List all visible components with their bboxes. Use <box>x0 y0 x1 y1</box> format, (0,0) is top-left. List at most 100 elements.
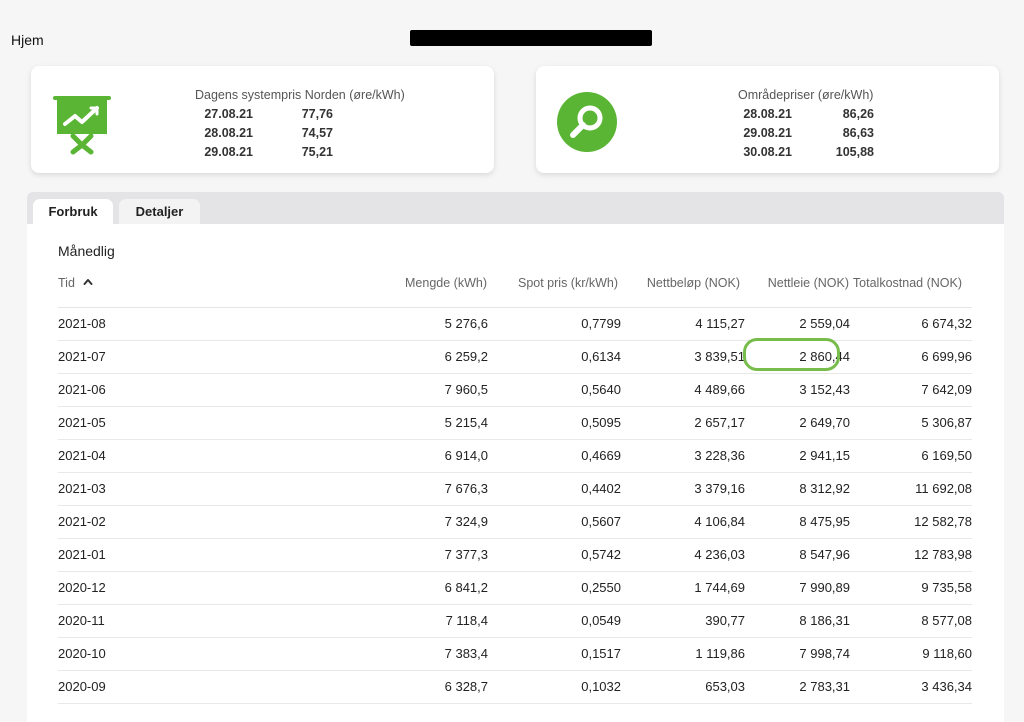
column-header-tid[interactable]: Tid <box>58 260 93 307</box>
cell-tid: 2021-03 <box>58 481 106 496</box>
area-price-card: Områdepriser (øre/kWh) 28.08.21 86,26 29.… <box>536 66 999 173</box>
column-header-nettleie[interactable]: Nettleie (NOK) <box>768 260 849 307</box>
cell-nettbelop: 3 379,16 <box>694 481 745 496</box>
cell-mengde: 7 377,3 <box>444 547 488 562</box>
cell-totalkostnad: 9 735,58 <box>921 580 972 595</box>
cell-mengde: 7 118,4 <box>445 613 488 628</box>
cell-totalkostnad: 8 577,08 <box>921 613 972 628</box>
cell-nettbelop: 4 236,03 <box>694 547 745 562</box>
table-row: 2021-04 6 914,0 0,4669 3 228,36 2 941,15 6 16… <box>58 440 972 473</box>
cell-spot-pris: 0,1032 <box>581 679 621 694</box>
cell-nettleie: 2 559,04 <box>799 316 850 331</box>
cell-tid: 2020-11 <box>58 613 105 628</box>
cell-nettbelop: 1 119,86 <box>695 646 745 661</box>
cell-nettbelop: 3 839,51 <box>694 349 745 364</box>
cell-tid: 2021-02 <box>58 514 106 529</box>
cell-totalkostnad: 12 783,98 <box>914 547 972 562</box>
cell-totalkostnad: 9 118,60 <box>922 646 972 661</box>
search-icon <box>557 92 617 152</box>
column-header-nettbelop[interactable]: Nettbeløp (NOK) <box>647 260 740 307</box>
cell-nettbelop: 653,03 <box>705 679 745 694</box>
area-price-list: 28.08.21 86,26 29.08.21 86,63 30.08.21 105,… <box>724 105 874 162</box>
cell-nettleie: 2 860,44 <box>799 349 850 364</box>
table-row: 2021-08 5 276,6 0,7799 4 115,27 2 559,04 6 67… <box>58 308 972 341</box>
home-link[interactable]: Hjem <box>11 32 44 48</box>
price-value: 86,63 <box>842 126 874 140</box>
cell-nettbelop: 390,77 <box>705 613 745 628</box>
cell-spot-pris: 0,5095 <box>581 415 621 430</box>
price-row: 28.08.21 86,26 <box>724 105 874 124</box>
table-row: 2020-12 6 841,2 0,2550 1 744,69 7 990,89 9 73… <box>58 572 972 605</box>
cell-totalkostnad: 11 692,08 <box>915 481 972 496</box>
price-row: 27.08.21 77,76 <box>187 105 333 124</box>
price-date: 29.08.21 <box>204 145 253 159</box>
table-row: 2020-10 7 383,4 0,1517 1 119,86 7 998,74 9 11… <box>58 638 972 671</box>
cell-spot-pris: 0,5607 <box>581 514 621 529</box>
price-date: 29.08.21 <box>743 126 792 140</box>
cell-spot-pris: 0,4669 <box>581 448 621 463</box>
price-value: 75,21 <box>301 145 333 159</box>
price-value: 105,88 <box>835 145 874 159</box>
system-price-card: Dagens systempris Norden (øre/kWh) 27.08… <box>31 66 494 173</box>
cell-tid: 2021-04 <box>58 448 106 463</box>
cell-mengde: 7 676,3 <box>444 481 488 496</box>
cell-nettbelop: 1 744,69 <box>694 580 745 595</box>
cell-mengde: 7 324,9 <box>444 514 488 529</box>
area-price-title: Områdepriser (øre/kWh) <box>738 88 874 102</box>
price-value: 86,26 <box>842 107 874 121</box>
price-value: 77,76 <box>301 107 333 121</box>
tab-forbruk[interactable]: Forbruk <box>33 199 113 224</box>
cell-totalkostnad: 12 582,78 <box>914 514 972 529</box>
cell-totalkostnad: 6 169,50 <box>921 448 972 463</box>
cell-nettleie: 7 990,89 <box>799 580 850 595</box>
column-header-totalkostnad[interactable]: Totalkostnad (NOK) <box>853 260 962 307</box>
presentation-chart-icon <box>53 96 111 155</box>
price-row: 29.08.21 86,63 <box>724 124 874 143</box>
cell-totalkostnad: 3 436,34 <box>921 679 972 694</box>
cell-mengde: 6 841,2 <box>444 580 488 595</box>
cell-nettleie: 8 186,31 <box>799 613 850 628</box>
cell-spot-pris: 0,5742 <box>581 547 621 562</box>
tab-bar: Forbruk Detaljer <box>27 192 1004 224</box>
cell-spot-pris: 0,0549 <box>581 613 621 628</box>
cell-nettleie: 7 998,74 <box>799 646 850 661</box>
cell-totalkostnad: 5 306,87 <box>921 415 972 430</box>
cell-mengde: 6 259,2 <box>444 349 488 364</box>
cell-nettleie: 8 312,92 <box>799 481 850 496</box>
price-row: 30.08.21 105,88 <box>724 143 874 162</box>
system-price-title: Dagens systempris Norden (øre/kWh) <box>195 88 405 102</box>
system-price-list: 27.08.21 77,76 28.08.21 74,57 29.08.21 75,2… <box>187 105 333 162</box>
cell-spot-pris: 0,2550 <box>581 580 621 595</box>
monthly-table: Tid Mengde (kWh) Spot pris (kr/kWh) Nett… <box>58 260 972 704</box>
cell-totalkostnad: 6 699,96 <box>921 349 972 364</box>
consumption-panel: Forbruk Detaljer Månedlig Tid Mengde (kW… <box>27 192 1004 722</box>
column-header-label: Tid <box>58 276 75 290</box>
tab-detaljer[interactable]: Detaljer <box>119 199 200 224</box>
cell-tid: 2021-07 <box>58 349 106 364</box>
table-row: 2021-01 7 377,3 0,5742 4 236,03 8 547,96 12 7… <box>58 539 972 572</box>
table-row: 2021-02 7 324,9 0,5607 4 106,84 8 475,95 12 5… <box>58 506 972 539</box>
cell-mengde: 6 328,7 <box>444 679 488 694</box>
cell-mengde: 7 383,4 <box>444 646 488 661</box>
column-header-spot-pris[interactable]: Spot pris (kr/kWh) <box>518 260 618 307</box>
price-date: 27.08.21 <box>204 107 253 121</box>
cell-nettleie: 2 649,70 <box>799 415 850 430</box>
table-header: Tid Mengde (kWh) Spot pris (kr/kWh) Nett… <box>58 260 972 308</box>
cell-nettbelop: 2 657,17 <box>694 415 745 430</box>
cell-totalkostnad: 6 674,32 <box>921 316 972 331</box>
section-title: Månedlig <box>58 243 115 259</box>
sort-ascending-icon[interactable] <box>83 277 93 287</box>
cell-tid: 2021-05 <box>58 415 106 430</box>
cell-nettbelop: 3 228,36 <box>694 448 745 463</box>
cell-spot-pris: 0,5640 <box>581 382 621 397</box>
column-header-mengde[interactable]: Mengde (kWh) <box>405 260 487 307</box>
cell-nettleie: 3 152,43 <box>799 382 850 397</box>
table-row: 2021-06 7 960,5 0,5640 4 489,66 3 152,43 7 64… <box>58 374 972 407</box>
cell-nettleie: 2 941,15 <box>799 448 850 463</box>
cell-spot-pris: 0,4402 <box>581 481 621 496</box>
cell-totalkostnad: 7 642,09 <box>921 382 972 397</box>
table-row: 2020-11 7 118,4 0,0549 390,77 8 186,31 8 577,… <box>58 605 972 638</box>
cell-nettbelop: 4 106,84 <box>694 514 745 529</box>
cell-tid: 2020-12 <box>58 580 106 595</box>
price-date: 28.08.21 <box>204 126 253 140</box>
